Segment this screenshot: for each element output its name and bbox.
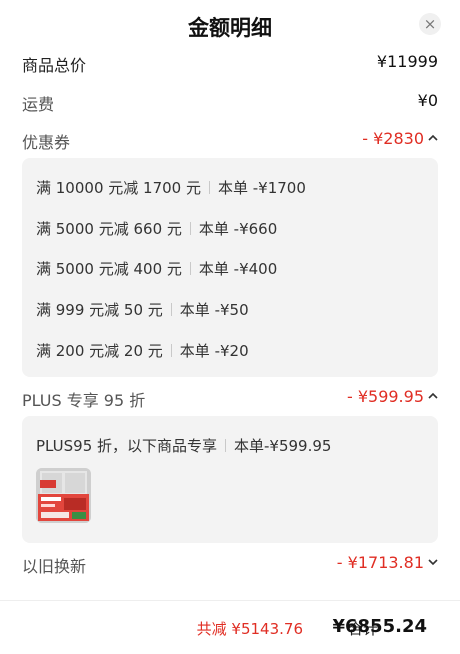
plus-discount-label: PLUS 专享 95 折 xyxy=(22,391,146,410)
coupon-divider xyxy=(189,262,191,275)
plus-detail-line: PLUS95 折，以下商品专享 本单-¥599.95 xyxy=(36,435,331,459)
chevron-up-icon[interactable] xyxy=(426,131,440,145)
sheet-title: 金额明细 xyxy=(188,16,272,40)
shipping-value: ¥0 xyxy=(417,91,438,110)
coupon-list-panel: 满 10000 元减 1700 元本单 -¥1700 满 5000 元减 660… xyxy=(22,158,438,377)
coupon-item: 满 10000 元减 1700 元本单 -¥1700 xyxy=(36,177,306,201)
coupon-divider xyxy=(170,344,172,357)
goods-total-value: ¥11999 xyxy=(376,52,438,71)
plus-detail-panel: PLUS95 折，以下商品专享 本单-¥599.95 xyxy=(22,416,438,543)
coupons-label: 优惠券 xyxy=(22,133,71,152)
coupon-item: 满 200 元减 20 元本单 -¥20 xyxy=(36,340,249,364)
close-icon: × xyxy=(423,15,437,33)
trade-in-row[interactable]: 以旧换新 - ¥1713.81 xyxy=(22,553,438,579)
coupon-condition: 满 5000 元减 660 元 xyxy=(36,220,182,238)
checkout-footer: 共减 ¥5143.76 合计 ¥6855.24 xyxy=(0,600,460,654)
goods-total-label: 商品总价 xyxy=(22,56,87,75)
coupon-detail: 本单 -¥1700 xyxy=(217,179,306,197)
coupon-detail: 本单 -¥400 xyxy=(198,260,278,278)
coupon-condition: 满 10000 元减 1700 元 xyxy=(36,179,201,197)
shipping-label: 运费 xyxy=(22,95,55,114)
close-button[interactable]: × xyxy=(419,13,441,35)
total-savings: 共减 ¥5143.76 xyxy=(196,620,303,638)
coupon-item: 满 999 元减 50 元本单 -¥50 xyxy=(36,299,249,323)
product-thumbnail[interactable] xyxy=(36,468,91,523)
total-amount: ¥6855.24 xyxy=(332,616,427,637)
plus-detail-text: PLUS95 折，以下商品专享 xyxy=(36,437,218,455)
goods-total-row: 商品总价 ¥11999 xyxy=(22,52,438,78)
plus-detail-divider xyxy=(225,439,227,452)
trade-in-label: 以旧换新 xyxy=(22,557,87,576)
coupon-detail: 本单 -¥20 xyxy=(179,342,249,360)
trade-in-value: - ¥1713.81 xyxy=(336,553,424,572)
plus-detail-amount: 本单-¥599.95 xyxy=(234,437,332,455)
refrigerator-product-image xyxy=(36,468,91,523)
coupon-item: 满 5000 元减 660 元本单 -¥660 xyxy=(36,218,277,242)
coupon-detail: 本单 -¥50 xyxy=(179,301,249,319)
shipping-row: 运费 ¥0 xyxy=(22,91,438,117)
coupon-item: 满 5000 元减 400 元本单 -¥400 xyxy=(36,258,277,282)
coupon-divider xyxy=(189,222,191,235)
chevron-down-icon[interactable] xyxy=(426,555,440,569)
coupon-divider xyxy=(208,181,210,194)
coupon-condition: 满 999 元减 50 元 xyxy=(36,301,163,319)
coupon-condition: 满 200 元减 20 元 xyxy=(36,342,163,360)
plus-discount-row[interactable]: PLUS 专享 95 折 - ¥599.95 xyxy=(22,387,438,413)
coupon-detail: 本单 -¥660 xyxy=(198,220,278,238)
chevron-up-icon[interactable] xyxy=(426,389,440,403)
amount-details-sheet: 金额明细 × 商品总价 ¥11999 运费 ¥0 优惠券 - ¥2830 满 1… xyxy=(0,0,460,600)
coupons-row[interactable]: 优惠券 - ¥2830 xyxy=(22,129,438,155)
coupon-divider xyxy=(170,303,172,316)
coupons-value: - ¥2830 xyxy=(362,129,424,148)
coupon-condition: 满 5000 元减 400 元 xyxy=(36,260,182,278)
plus-discount-value: - ¥599.95 xyxy=(346,387,424,406)
